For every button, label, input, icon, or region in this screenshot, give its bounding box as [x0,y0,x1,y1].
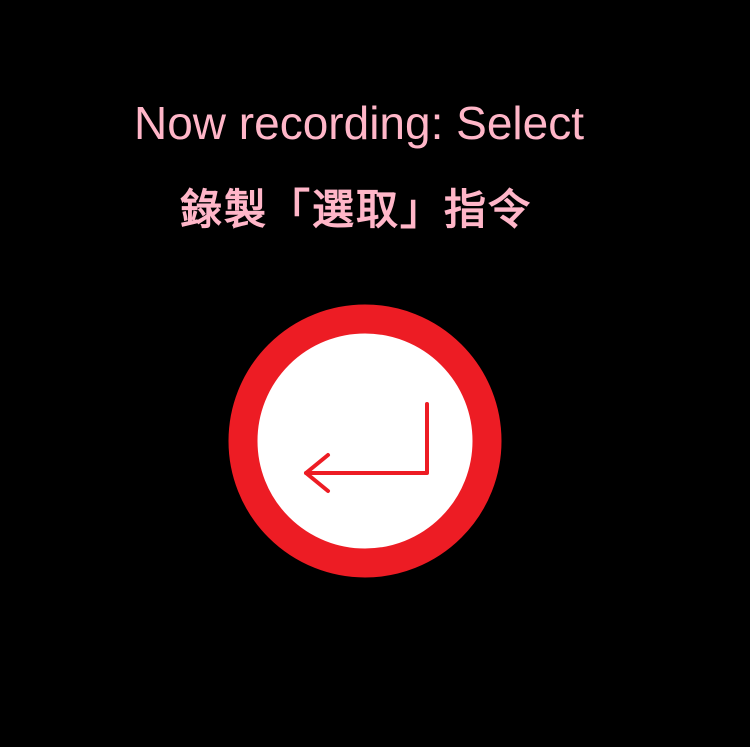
record-button-ring [228,304,502,578]
record-button[interactable] [0,0,750,747]
